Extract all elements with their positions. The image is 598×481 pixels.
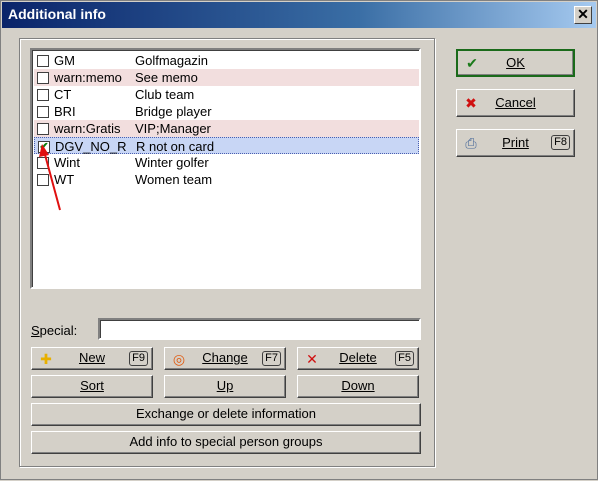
row-code: Wint [54,155,80,170]
row-description: Women team [135,172,213,187]
ok-button[interactable]: ✔ OK [456,49,575,77]
dialog-title: Additional info [8,6,106,22]
new-button[interactable]: ✚ New F9 [31,347,153,370]
row-description: VIP;Manager [135,121,211,136]
row-description: R not on card [136,139,215,154]
row-checkbox[interactable] [37,106,49,118]
row-description: Winter golfer [135,155,209,170]
row-description: Golfmagazin [135,53,208,68]
shortcut-f7: F7 [262,351,281,366]
row-checkbox[interactable] [37,55,49,67]
plus-icon: ✚ [40,351,52,367]
row-code: WT [54,172,75,187]
additional-info-dialog: Additional info ✕ GM Golfmagazin warn:memo… [0,0,598,480]
list-item[interactable]: ✔ DGV_NO_R R not on card [34,137,419,154]
checkmark-icon: ✔ [466,55,478,71]
row-code: warn:Gratis [54,121,121,136]
row-description: Bridge player [135,104,212,119]
info-list[interactable]: GM Golfmagazin warn:memo See memo CT Club tea… [30,48,421,289]
down-button[interactable]: Down [297,375,419,398]
delete-button[interactable]: ✕ Delete F5 [297,347,419,370]
list-item[interactable]: CT Club team [34,86,419,103]
row-code: BRI [54,104,76,119]
row-description: See memo [135,70,198,85]
print-button[interactable]: ⎙ Print F8 [456,129,575,157]
shortcut-f8: F8 [551,135,570,150]
row-code: CT [54,87,72,102]
row-checkbox[interactable]: ✔ [38,141,50,153]
row-checkbox[interactable] [37,174,49,186]
add-info-groups-button[interactable]: Add info to special person groups [31,431,421,454]
close-button[interactable]: ✕ [574,6,592,24]
special-input[interactable] [98,318,421,340]
cancel-button[interactable]: ✖ Cancel [456,89,575,117]
delete-x-icon: ✕ [306,351,318,367]
change-circle-icon: ◎ [172,351,186,367]
row-checkbox[interactable] [37,72,49,84]
list-item[interactable]: GM Golfmagazin [34,52,419,69]
row-description: Club team [135,87,195,102]
sort-button[interactable]: Sort [31,375,153,398]
change-button[interactable]: ◎ Change F7 [164,347,286,370]
row-checkbox[interactable] [37,123,49,135]
row-code: DGV_NO_R [55,139,127,154]
list-item[interactable]: WT Women team [34,171,419,188]
list-item[interactable]: warn:Gratis VIP;Manager [34,120,419,137]
cancel-x-icon: ✖ [465,95,477,111]
row-code: warn:memo [54,70,122,85]
shortcut-f5: F5 [395,351,414,366]
printer-icon: ⎙ [465,135,477,151]
row-code: GM [54,53,75,68]
title-bar: Additional info ✕ [2,2,596,28]
exchange-delete-button[interactable]: Exchange or delete information [31,403,421,426]
list-item[interactable]: warn:memo See memo [34,69,419,86]
up-button[interactable]: Up [164,375,286,398]
shortcut-f9: F9 [129,351,148,366]
row-checkbox[interactable] [37,157,49,169]
list-item[interactable]: BRI Bridge player [34,103,419,120]
row-checkbox[interactable] [37,89,49,101]
special-label: Special: [31,323,78,338]
list-item[interactable]: Wint Winter golfer [34,154,419,171]
